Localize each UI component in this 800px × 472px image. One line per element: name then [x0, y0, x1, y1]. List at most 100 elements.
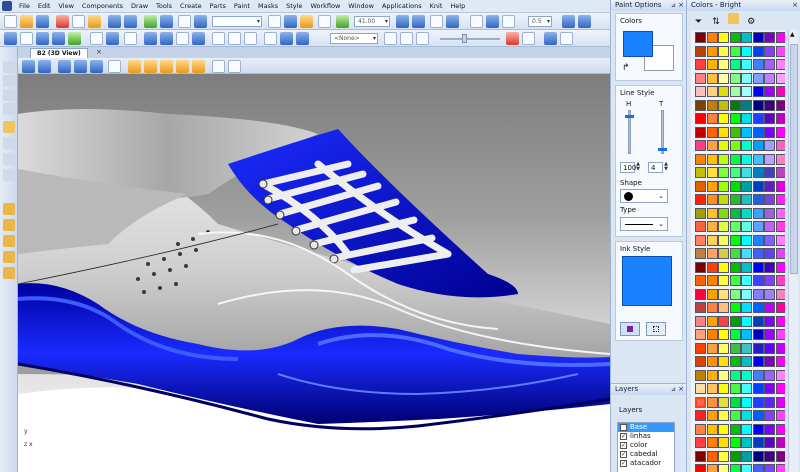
- t-slider-thumb[interactable]: [658, 148, 667, 151]
- color-swatch[interactable]: [695, 234, 706, 246]
- menu-window[interactable]: Window: [344, 2, 378, 10]
- color-swatch[interactable]: [718, 86, 729, 97]
- color-swatch[interactable]: [775, 99, 785, 111]
- color-swatch[interactable]: [752, 329, 764, 340]
- flip-icon[interactable]: [280, 32, 293, 45]
- color-swatch[interactable]: [741, 126, 752, 138]
- color-swatch[interactable]: [752, 99, 764, 111]
- color-swatch[interactable]: [764, 396, 775, 408]
- color-swatch[interactable]: [718, 207, 729, 219]
- color-swatch[interactable]: [764, 207, 775, 219]
- color-swatch[interactable]: [764, 423, 775, 435]
- color-swatch[interactable]: [706, 275, 718, 286]
- shade-icon[interactable]: [470, 15, 483, 28]
- color-swatch[interactable]: [695, 383, 706, 394]
- color-swatch[interactable]: [741, 45, 752, 57]
- stitch-icon[interactable]: [124, 32, 137, 45]
- color-swatch[interactable]: [775, 221, 785, 232]
- color-swatch[interactable]: [695, 275, 706, 286]
- color-swatch[interactable]: [775, 261, 785, 273]
- brush-icon[interactable]: [284, 15, 297, 28]
- color-swatch[interactable]: [775, 45, 785, 57]
- color-swatch[interactable]: [764, 45, 775, 57]
- color-swatch[interactable]: [741, 59, 752, 70]
- new-file-icon[interactable]: [4, 15, 17, 28]
- color-swatch[interactable]: [752, 153, 764, 165]
- color-swatch[interactable]: [695, 72, 706, 84]
- color-swatch[interactable]: [729, 99, 741, 111]
- ruler-icon[interactable]: [228, 32, 241, 45]
- color-swatch[interactable]: [752, 275, 764, 286]
- sole-icon[interactable]: [106, 32, 119, 45]
- color-swatch[interactable]: [764, 329, 775, 340]
- text-tool-icon[interactable]: [108, 60, 121, 73]
- color-swatch[interactable]: [718, 126, 729, 138]
- close-icon[interactable]: ×: [96, 48, 102, 56]
- palette-scrollbar[interactable]: ▲: [788, 30, 798, 472]
- h-spinner[interactable]: ▲ ▼: [635, 162, 641, 173]
- color-swatch[interactable]: [729, 450, 741, 462]
- polygon-tool-icon[interactable]: [192, 60, 205, 73]
- color-swatch[interactable]: [752, 450, 764, 462]
- color-swatch[interactable]: [741, 113, 752, 124]
- color-swatch[interactable]: [718, 423, 729, 435]
- color-swatch[interactable]: [764, 383, 775, 394]
- color-swatch[interactable]: [706, 167, 718, 178]
- color-swatch[interactable]: [729, 383, 741, 394]
- color-swatch[interactable]: [752, 194, 764, 205]
- color-swatch[interactable]: [775, 369, 785, 381]
- material-icon[interactable]: [502, 15, 515, 28]
- swap-colors-icon[interactable]: ↱: [622, 63, 630, 73]
- color-swatch[interactable]: [706, 288, 718, 300]
- menu-applications[interactable]: Applications: [378, 2, 426, 10]
- color-swatch[interactable]: [741, 32, 752, 43]
- zoom-icon[interactable]: [144, 15, 157, 28]
- ellipse-tool-icon[interactable]: [176, 60, 189, 73]
- layer-visibility-checkbox[interactable]: ✓: [620, 451, 627, 458]
- heel-icon[interactable]: [160, 32, 173, 45]
- help-icon[interactable]: [160, 15, 173, 28]
- h-value-field[interactable]: 100: [620, 162, 636, 173]
- distort-icon[interactable]: [228, 60, 241, 73]
- color-swatch[interactable]: [729, 261, 741, 273]
- snap-icon[interactable]: [296, 32, 309, 45]
- color-swatch[interactable]: [741, 207, 752, 219]
- color-swatch[interactable]: [706, 450, 718, 462]
- color-swatch[interactable]: [741, 423, 752, 435]
- color-swatch[interactable]: [775, 329, 785, 340]
- color-swatch[interactable]: [718, 45, 729, 57]
- color-swatch[interactable]: [718, 248, 729, 259]
- close-icon[interactable]: ×: [678, 384, 684, 395]
- color-swatch[interactable]: [775, 464, 785, 472]
- copy-icon[interactable]: [72, 15, 85, 28]
- curve-tool-icon[interactable]: [144, 60, 157, 73]
- lasso-tool-icon[interactable]: [3, 75, 15, 87]
- tab-3d-view[interactable]: B2 (3D View): [30, 48, 88, 58]
- color-swatch[interactable]: [718, 369, 729, 381]
- scroll-up-icon[interactable]: ▲: [790, 31, 795, 38]
- color-swatch[interactable]: [729, 86, 741, 97]
- color-swatch[interactable]: [752, 140, 764, 151]
- color-swatch[interactable]: [752, 180, 764, 192]
- arrow-tool-icon[interactable]: [3, 61, 15, 73]
- measure-icon[interactable]: [212, 32, 225, 45]
- color-swatch[interactable]: [729, 288, 741, 300]
- color-swatch[interactable]: [741, 167, 752, 178]
- color-swatch[interactable]: [695, 153, 706, 165]
- color-swatch[interactable]: [729, 194, 741, 205]
- color-swatch[interactable]: [775, 288, 785, 300]
- color-swatch[interactable]: [741, 464, 752, 472]
- pen-tool-icon[interactable]: [3, 89, 15, 101]
- color-swatch[interactable]: [718, 72, 729, 84]
- folder-icon[interactable]: [728, 13, 740, 24]
- color-swatch[interactable]: [706, 221, 718, 232]
- color-swatch[interactable]: [718, 383, 729, 394]
- color-swatch[interactable]: [775, 180, 785, 192]
- menu-edit[interactable]: Edit: [34, 2, 55, 10]
- color-swatch[interactable]: [729, 126, 741, 138]
- color-swatch[interactable]: [752, 45, 764, 57]
- filter-icon[interactable]: ⏷: [693, 17, 704, 28]
- color-swatch[interactable]: [741, 194, 752, 205]
- color-swatch[interactable]: [729, 423, 741, 435]
- color-swatch[interactable]: [775, 140, 785, 151]
